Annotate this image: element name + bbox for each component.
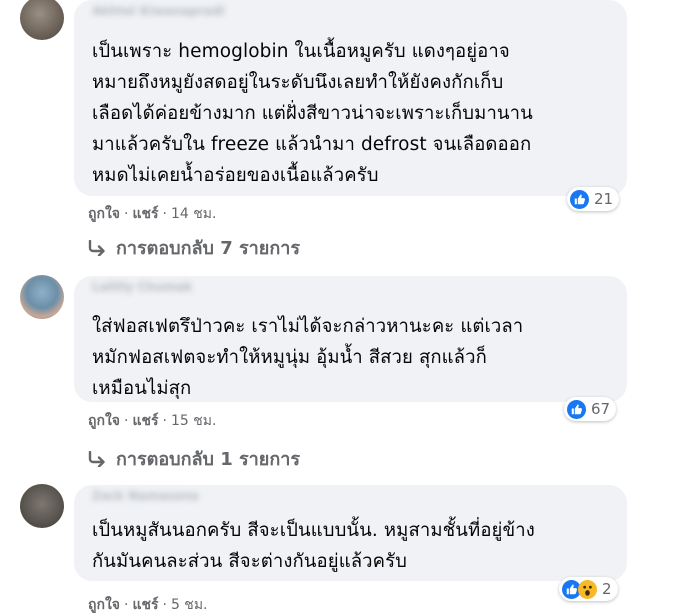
reaction-count: 21: [594, 190, 614, 208]
comment-text-line: หมักฟอสเฟตจะทำให้หมูนุ่ม อุ้มน้ำ สีสวย ส…: [92, 347, 487, 368]
reply-arrow-icon: [88, 239, 105, 256]
reaction-summary[interactable]: 2: [559, 577, 618, 601]
comment-bubble: Zack Namasena เป็นหมูสันนอกครับ สีจะเป็น…: [74, 485, 627, 581]
comment-text-line: หมดไม่เคยน้ำอร่อยของเนื้อแล้วครับ: [92, 165, 379, 186]
like-link[interactable]: ถูกใจ: [88, 597, 120, 613]
reaction-count: 67: [591, 400, 611, 418]
timestamp[interactable]: 14 ชม.: [171, 206, 216, 222]
timestamp[interactable]: 5 ชม.: [171, 597, 208, 613]
like-link[interactable]: ถูกใจ: [88, 206, 120, 222]
comment-actions: ถูกใจ · แชร์ · 14 ชม.: [88, 203, 216, 225]
view-replies-link[interactable]: การตอบกลับ 1 รายการ: [88, 444, 300, 473]
reaction-summary[interactable]: 21: [567, 187, 620, 211]
share-link[interactable]: แชร์: [132, 597, 158, 613]
avatar[interactable]: [20, 275, 64, 319]
wow-icon: [578, 579, 597, 599]
reaction-summary[interactable]: 67: [564, 397, 617, 421]
comment-text-line: ใส่ฟอสเฟตรึป่าวคะ เราไม่ได้จะกล่าวหานะคะ…: [92, 316, 524, 337]
comment-bubble: Akhtel Kiwanapradi เป็นเพราะ hemoglobin …: [74, 0, 627, 196]
reaction-count: 2: [602, 580, 612, 598]
comment-actions: ถูกใจ · แชร์ · 15 ชม.: [88, 410, 216, 432]
like-link[interactable]: ถูกใจ: [88, 413, 120, 429]
comment-text-line: เลือดได้ค่อยข้างมาก แต่ฝั่งสีขาวน่าจะเพร…: [92, 103, 533, 124]
comment-text-line: หมายถึงหมูยังสดอยู่ในระดับนึงเลยทำให้ยัง…: [92, 72, 504, 93]
comment-text-line: เป็นหมูสันนอกครับ สีจะเป็นแบบนั้น. หมูสา…: [92, 520, 535, 541]
comment-text-line: มาแล้วครับใน freeze แล้วนำมา defrost จนเ…: [92, 134, 532, 155]
comment-author[interactable]: Zack Namasena: [92, 489, 199, 503]
reply-arrow-icon: [88, 450, 105, 467]
separator: ·: [124, 597, 129, 613]
replies-label: การตอบกลับ 7 รายการ: [116, 238, 301, 259]
separator: ·: [162, 413, 167, 429]
comment-author[interactable]: Akhtel Kiwanapradi: [92, 4, 225, 18]
separator: ·: [124, 206, 129, 222]
separator: ·: [124, 413, 129, 429]
comment-actions: ถูกใจ · แชร์ · 5 ชม.: [88, 594, 208, 616]
comment-author[interactable]: Lalitly Chumak: [92, 280, 192, 294]
replies-label: การตอบกลับ 1 รายการ: [116, 449, 301, 470]
separator: ·: [162, 206, 167, 222]
view-replies-link[interactable]: การตอบกลับ 7 รายการ: [88, 233, 300, 262]
comment-text-line: เป็นเพราะ hemoglobin ในเนื้อหมูครับ แดงๆ…: [92, 41, 510, 62]
share-link[interactable]: แชร์: [132, 206, 158, 222]
like-icon: [570, 189, 589, 209]
comment-text-line: เหมือนไม่สุก: [92, 378, 192, 399]
like-icon: [567, 399, 586, 419]
share-link[interactable]: แชร์: [132, 413, 158, 429]
separator: ·: [162, 597, 167, 613]
comment-bubble: Lalitly Chumak ใส่ฟอสเฟตรึป่าวคะ เราไม่ไ…: [74, 276, 627, 402]
avatar[interactable]: [20, 0, 64, 40]
comment-text-line: กันมันคนละส่วน สีจะต่างกันอยู่แล้วครับ: [92, 551, 407, 572]
timestamp[interactable]: 15 ชม.: [171, 413, 216, 429]
avatar[interactable]: [20, 484, 64, 528]
